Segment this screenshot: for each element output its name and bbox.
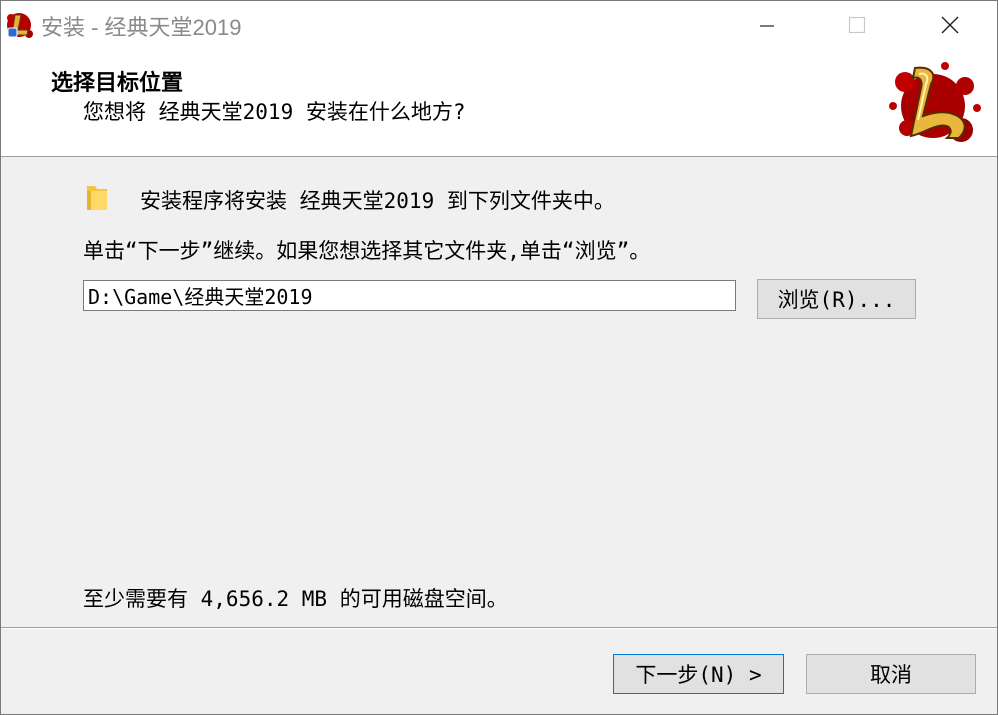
footer-divider bbox=[1, 627, 997, 629]
instruction-text: 单击“下一步”继续。如果您想选择其它文件夹,单击“浏览”。 bbox=[83, 239, 651, 263]
maximize-button[interactable] bbox=[826, 1, 888, 49]
browse-button[interactable]: 浏览(R)... bbox=[757, 279, 916, 319]
page-subtitle: 您想将 经典天堂2019 安装在什么地方? bbox=[83, 100, 466, 124]
maximize-icon bbox=[848, 16, 866, 34]
window-title: 安装 - 经典天堂2019 bbox=[41, 15, 242, 40]
title-bar[interactable]: 安装 - 经典天堂2019 bbox=[1, 1, 997, 50]
minimize-button[interactable] bbox=[736, 1, 798, 49]
game-logo-icon bbox=[889, 62, 981, 142]
installer-app-icon bbox=[7, 13, 33, 38]
install-description: 安装程序将安装 经典天堂2019 到下列文件夹中。 bbox=[140, 189, 615, 213]
close-icon bbox=[941, 16, 959, 34]
page-title: 选择目标位置 bbox=[51, 71, 184, 96]
folder-icon bbox=[87, 186, 107, 210]
minimize-icon bbox=[760, 25, 774, 27]
installer-window: 安装 - 经典天堂2019 选择目标位置 您想将 经典天堂2019 安装在什么地… bbox=[0, 0, 998, 715]
close-button[interactable] bbox=[919, 1, 981, 49]
next-button[interactable]: 下一步(N) > bbox=[613, 654, 784, 694]
disk-space-text: 至少需要有 4,656.2 MB 的可用磁盘空间。 bbox=[83, 587, 508, 611]
install-path-input[interactable] bbox=[83, 280, 736, 311]
cancel-button[interactable]: 取消 bbox=[806, 654, 976, 694]
page-header: 选择目标位置 您想将 经典天堂2019 安装在什么地方? bbox=[1, 50, 997, 157]
